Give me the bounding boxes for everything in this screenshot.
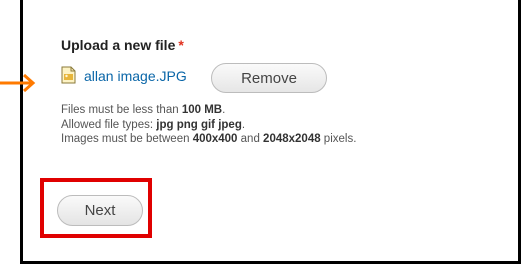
size-limit-suffix: .: [222, 104, 226, 116]
dimensions-mid: and: [237, 133, 264, 145]
size-limit-value: 100 MB: [181, 104, 223, 116]
dimensions-suffix: pixels.: [320, 133, 357, 145]
dimensions-prefix: Images must be between: [61, 133, 193, 145]
file-types-value: jpg png gif jpeg: [156, 118, 242, 131]
next-button[interactable]: Next: [57, 195, 143, 226]
remove-button[interactable]: Remove: [211, 63, 327, 93]
dimensions-line: Images must be between 400x400 and 2048x…: [61, 132, 356, 147]
upload-field-label: Upload a new file *: [61, 37, 184, 53]
size-limit-line: Files must be less than 100 MB.: [61, 103, 356, 118]
size-limit-prefix: Files must be less than: [61, 104, 182, 116]
dimensions-min: 400x400: [192, 133, 238, 145]
file-types-suffix: .: [241, 118, 246, 131]
arrow-right-icon: [0, 73, 36, 93]
uploaded-file-link[interactable]: allan image.JPG: [84, 68, 187, 84]
upload-title-text: Upload a new file: [61, 37, 176, 53]
image-file-icon: [61, 66, 76, 84]
dimensions-max: 2048x2048: [263, 133, 321, 145]
file-types-prefix: Allowed file types:: [61, 118, 157, 131]
required-marker: *: [178, 37, 184, 53]
upload-help-text: Files must be less than 100 MB. Allowed …: [61, 103, 356, 147]
file-types-line: Allowed file types: jpg png gif jpeg.: [61, 118, 356, 133]
